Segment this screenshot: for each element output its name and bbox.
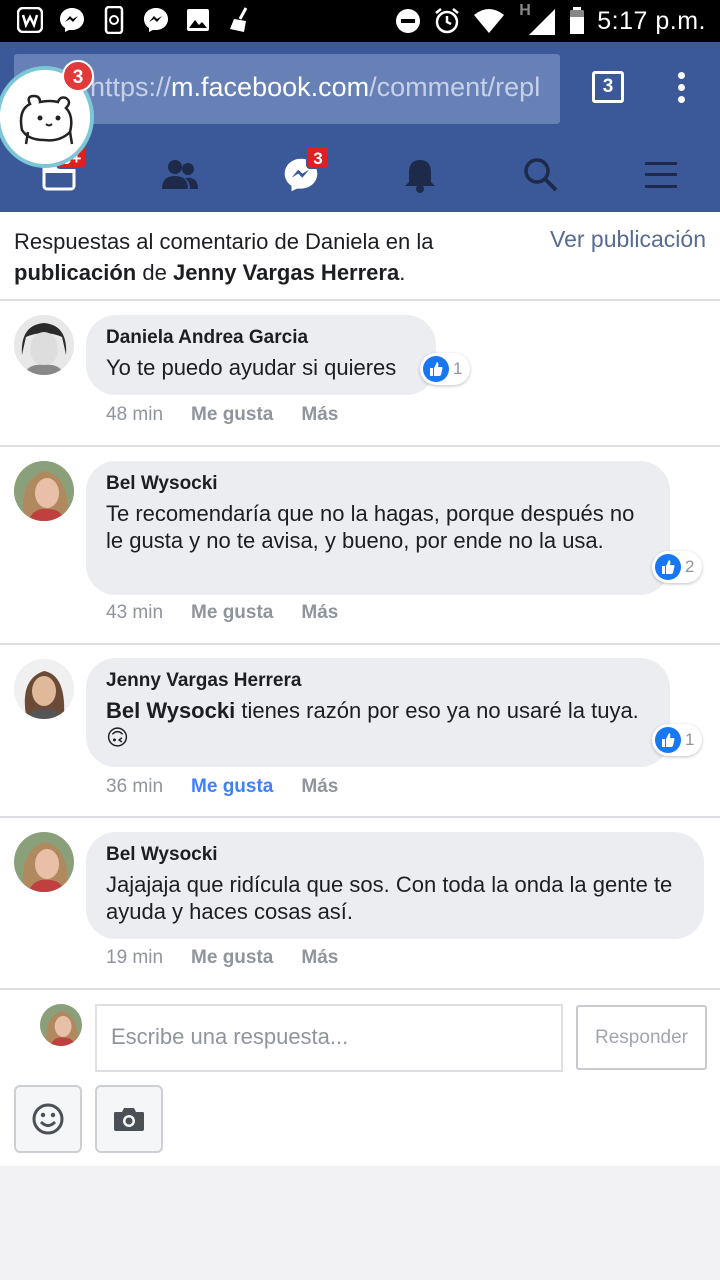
like-button[interactable]: Me gusta — [191, 776, 273, 798]
header-post-author[interactable]: Jenny Vargas Herrera — [173, 260, 399, 285]
nav-friends[interactable] — [157, 153, 203, 197]
comment-author[interactable]: Daniela Andrea Garcia — [106, 325, 416, 351]
url-path: /comment/repl — [369, 72, 541, 102]
comment-bubble: Jenny Vargas Herrera Bel Wysocki tienes … — [86, 658, 670, 767]
comment-bubble: Daniela Andrea Garcia Yo te puedo ayudar… — [86, 315, 436, 395]
comment-time[interactable]: 36 min — [106, 776, 163, 798]
comment-bubble: Bel Wysocki Jajajaja que ridícula que so… — [86, 832, 704, 939]
header-connector: de — [136, 260, 173, 285]
messenger-icon — [142, 6, 170, 34]
comment-text: Yo te puedo ayudar si quieres — [106, 355, 397, 380]
header-post-word[interactable]: publicación — [14, 260, 136, 285]
comment-author[interactable]: Bel Wysocki — [106, 842, 684, 868]
avatar[interactable] — [14, 832, 74, 892]
comment-actions: 48 min Me gusta Más — [106, 404, 338, 426]
replies-header: Respuestas al comentario de Daniela en l… — [0, 212, 720, 301]
reaction-count[interactable]: 1 — [420, 353, 471, 385]
avatar[interactable] — [14, 659, 74, 719]
comment-author[interactable]: Jenny Vargas Herrera — [106, 668, 650, 694]
reaction-number: 2 — [685, 557, 695, 576]
notifications-icon — [405, 160, 435, 193]
comment-text: Jajajaja que ridícula que sos. Con toda … — [106, 872, 673, 924]
like-icon — [423, 356, 449, 382]
reaction-count[interactable]: 2 — [652, 551, 703, 583]
more-button[interactable]: Más — [301, 404, 338, 426]
dnd-icon — [396, 9, 421, 33]
browser-menu-icon[interactable] — [670, 72, 692, 106]
avatar[interactable] — [14, 315, 74, 375]
comment-time[interactable]: 48 min — [106, 404, 163, 426]
comment-actions: 19 min Me gusta Más — [106, 947, 338, 969]
nav-menu[interactable] — [638, 153, 684, 197]
wifi-icon — [474, 9, 505, 33]
like-button[interactable]: Me gusta — [191, 602, 273, 624]
reaction-number: 1 — [453, 359, 463, 378]
comment-item: Daniela Andrea Garcia Yo te puedo ayudar… — [0, 301, 720, 447]
mention-link[interactable]: Bel Wysocki — [106, 698, 235, 723]
clock: 5:17 p.m. — [597, 6, 706, 35]
signal-icon: H — [517, 2, 557, 36]
alarm-icon — [435, 8, 460, 34]
nav-search[interactable] — [518, 153, 564, 197]
system-icons: H 5:17 p.m. — [395, 2, 706, 38]
like-icon — [655, 727, 681, 753]
comment-item: Jenny Vargas Herrera Bel Wysocki tienes … — [0, 645, 720, 818]
header-period: . — [399, 260, 406, 285]
emoji-icon — [32, 1103, 64, 1135]
replies-page: Respuestas al comentario de Daniela en l… — [0, 212, 720, 1166]
comment-author[interactable]: Bel Wysocki — [106, 471, 650, 497]
view-post-link[interactable]: Ver publicación — [550, 226, 706, 253]
comment-actions: 43 min Me gusta Más — [106, 602, 338, 624]
reply-input[interactable]: Escribe una respuesta... — [95, 1004, 563, 1072]
emoji-button[interactable] — [14, 1085, 82, 1153]
chat-head-badge: 3 — [62, 60, 94, 92]
messages-badge: 3 — [306, 145, 330, 169]
like-button[interactable]: Me gusta — [191, 947, 273, 969]
upside-down-face-emoji: 🙃 — [106, 725, 129, 750]
friends-icon — [162, 160, 198, 189]
gallery-icon — [184, 6, 212, 34]
comment-bubble: Bel Wysocki Te recomendaría que no la ha… — [86, 461, 670, 595]
header-line1: Respuestas al comentario de Daniela en l… — [14, 229, 434, 254]
url-scheme: https:// — [90, 72, 172, 102]
comment-actions: 36 min Me gusta Más — [106, 776, 338, 798]
more-button[interactable]: Más — [301, 776, 338, 798]
comment-text: Te recomendaría que no la hagas, porque … — [106, 501, 635, 553]
broom-icon — [226, 6, 254, 34]
menu-icon — [645, 162, 677, 188]
header-title: Respuestas al comentario de Daniela en l… — [14, 226, 514, 288]
composer-avatar — [40, 1004, 82, 1046]
nav-messages[interactable]: 3 — [278, 145, 330, 197]
address-bar[interactable]: https://m.facebook.com/comment/repl — [14, 54, 560, 124]
comment-time[interactable]: 19 min — [106, 947, 163, 969]
comment-item: Bel Wysocki Jajajaja que ridícula que so… — [0, 818, 720, 990]
reply-button[interactable]: Responder — [576, 1005, 707, 1070]
facebook-nav: 9+ 3 — [0, 137, 720, 212]
url-text: https://m.facebook.com/comment/repl — [90, 72, 540, 103]
like-button[interactable]: Me gusta — [191, 404, 273, 426]
avatar[interactable] — [14, 461, 74, 521]
camera-icon — [114, 1108, 144, 1131]
reaction-count[interactable]: 1 — [652, 724, 703, 756]
like-icon — [655, 554, 681, 580]
comment-time[interactable]: 43 min — [106, 602, 163, 624]
more-button[interactable]: Más — [301, 602, 338, 624]
battery-icon — [570, 7, 585, 34]
status-bar: H 5:17 p.m. — [0, 0, 720, 42]
phone-sync-icon — [100, 6, 128, 34]
notification-icons — [16, 6, 254, 34]
comment-body: tienes razón por eso ya no usaré la tuya… — [235, 698, 639, 723]
search-icon — [524, 158, 558, 192]
browser-toolbar: https://m.facebook.com/comment/repl 3 — [0, 42, 720, 137]
nav-notifications[interactable] — [397, 153, 443, 197]
messenger-icon — [58, 6, 86, 34]
comment-item: Bel Wysocki Te recomendaría que no la ha… — [0, 447, 720, 645]
more-button[interactable]: Más — [301, 947, 338, 969]
comment-text: Bel Wysocki tienes razón por eso ya no u… — [106, 697, 650, 751]
tab-switcher-button[interactable]: 3 — [592, 71, 624, 103]
wattpad-icon — [16, 6, 44, 34]
camera-button[interactable] — [95, 1085, 163, 1153]
url-host: m.facebook.com — [171, 72, 370, 102]
reaction-number: 1 — [685, 730, 695, 749]
